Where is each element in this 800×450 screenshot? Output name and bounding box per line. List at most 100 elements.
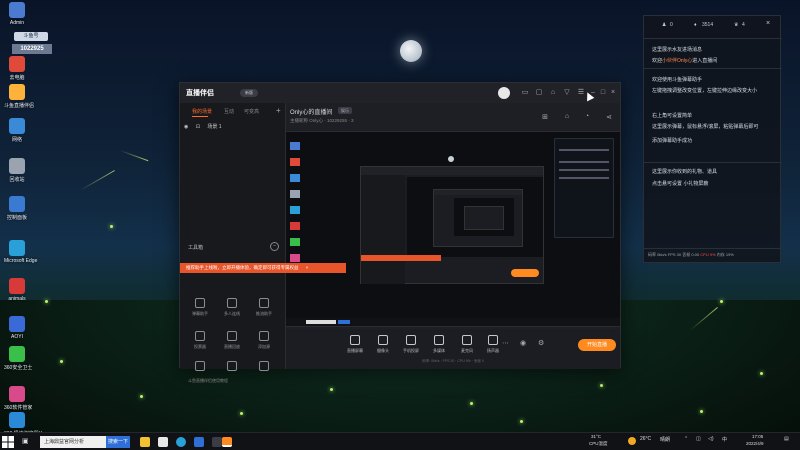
app-icon[interactable] — [158, 437, 168, 447]
desktop-icon[interactable]: Admin — [4, 2, 30, 26]
douyu-assistant-task-icon[interactable] — [222, 437, 232, 447]
message-icon[interactable]: ▭ — [520, 88, 530, 98]
chat-message: 这里展示水友进场消息 — [652, 47, 703, 53]
desktop-icon[interactable]: animals — [4, 278, 30, 302]
weather-text[interactable]: 晴朗 — [660, 436, 670, 443]
tool-icon — [227, 298, 237, 308]
more-icon[interactable]: ⋯ — [502, 339, 509, 347]
eye-icon[interactable]: ◉ — [184, 124, 188, 130]
stats-cpu: CPU 9% — [700, 252, 716, 257]
tab-interaction[interactable]: 互动 — [224, 108, 234, 115]
notification-icon[interactable]: ▤ — [784, 436, 789, 442]
close-icon[interactable]: × — [608, 88, 618, 98]
multimedia-button[interactable]: 多媒体 — [426, 335, 452, 354]
network-icon[interactable]: ◫ — [696, 436, 701, 442]
moon — [400, 40, 422, 62]
preview-eye-icon[interactable]: ◉ — [520, 339, 526, 347]
viewer-icon: ♟ — [662, 22, 667, 28]
chat-message: 左键拖拽调整改变位置，左键拉伸边缘改变大小 — [652, 88, 758, 94]
desktop-icon[interactable]: AOYI — [4, 316, 30, 340]
bell-icon[interactable]: ◔ — [582, 113, 592, 123]
desktop-icon[interactable]: 控制面板 — [4, 196, 30, 221]
desktop-icon[interactable]: 回收站 — [4, 158, 30, 183]
tab-variable[interactable]: 可变高 — [244, 108, 259, 115]
windows-start-icon[interactable] — [2, 436, 14, 448]
toolbox-item[interactable]: 推流助手 — [252, 298, 276, 317]
search-input[interactable]: 上海鼎益官网分析 — [40, 436, 106, 448]
toolbox-item[interactable]: 直播回放 — [220, 331, 244, 350]
share-icon[interactable]: ⋖ — [604, 113, 614, 123]
desktop-icon-label: 去电脑 — [9, 75, 25, 81]
desktop-icon-label: 网络 — [11, 137, 22, 143]
volume-icon[interactable]: ◁) — [708, 436, 714, 442]
gift-icon[interactable]: ⌂ — [548, 88, 558, 98]
toolbox-item[interactable]: 添加源 — [252, 331, 276, 350]
phone-cast-button[interactable]: 手机投屏 — [398, 335, 424, 354]
app-icon — [9, 386, 25, 402]
browser-icon[interactable] — [176, 437, 186, 447]
tool-icon — [259, 361, 269, 371]
panel-close-icon[interactable]: × — [766, 20, 770, 27]
room-category-badge[interactable]: 娱乐 — [338, 107, 352, 114]
tab-my-scenes[interactable]: 我的场景 — [192, 108, 212, 115]
screen-icon[interactable]: ▢ — [534, 88, 544, 98]
input-language[interactable]: 中 — [722, 436, 727, 443]
toolbox-item[interactable] — [220, 361, 244, 374]
maximize-icon[interactable]: □ — [598, 88, 608, 98]
toolbox-item[interactable] — [252, 361, 276, 374]
desktop-icon[interactable]: Microsoft Edge — [4, 240, 37, 264]
add-scene-icon[interactable]: + — [276, 106, 281, 115]
version-badge[interactable]: 新版 — [240, 89, 258, 97]
control-label: 手机投屏 — [403, 348, 419, 353]
clock-date[interactable]: 2022/4/9 — [746, 441, 764, 446]
app-icon[interactable] — [212, 437, 222, 447]
firefly — [720, 300, 723, 303]
app-icon[interactable] — [194, 437, 204, 447]
desktop-icon[interactable]: 网络 — [4, 118, 30, 143]
app-icon — [9, 196, 25, 212]
help-link[interactable]: 斗鱼直播伴侣使用教程 — [188, 378, 228, 384]
heat-count: 3514 — [702, 22, 714, 28]
firefly — [60, 360, 63, 363]
room-title[interactable]: Only心的直播间 — [290, 107, 332, 116]
firefly — [240, 412, 243, 415]
bag-icon[interactable]: ⊞ — [540, 113, 550, 123]
desktop-icon[interactable]: 去电脑 — [4, 56, 30, 81]
desktop-icon[interactable]: 360安全卫士 — [4, 346, 32, 371]
camera-button[interactable]: 摄像头 — [370, 335, 396, 354]
desktop-icon[interactable]: 斗鱼直播伴侣 — [4, 84, 34, 109]
toolbox-item[interactable] — [188, 361, 212, 374]
promo-notice[interactable]: 推荐助手上线啦，立即开播体验，确定即可获得专属权益 × — [180, 263, 346, 273]
desktop-icon-label: 回收站 — [9, 177, 25, 183]
store-icon[interactable]: ⌂ — [562, 113, 572, 123]
tool-icon — [195, 298, 205, 308]
search-button[interactable]: 搜索一下 — [106, 436, 130, 448]
tray-arrow-icon[interactable]: ⌃ — [684, 436, 688, 442]
weather-temp[interactable]: 26°C — [640, 436, 651, 442]
shirt-icon[interactable]: ▽ — [562, 88, 572, 98]
settings-icon[interactable]: ⚙ — [538, 339, 544, 347]
lock-icon[interactable]: ⊡ — [196, 124, 200, 130]
clock-time[interactable]: 17:05 — [752, 434, 763, 439]
tool-label: 添加源 — [258, 344, 270, 349]
app-icon — [9, 2, 25, 18]
notice-close-icon[interactable]: × — [306, 265, 309, 270]
go-live-button[interactable]: 开始直播 — [578, 339, 616, 351]
tool-icon — [195, 361, 205, 371]
theme-toggle-icon[interactable] — [498, 87, 510, 99]
preview-canvas[interactable] — [286, 131, 620, 327]
file-explorer-icon[interactable] — [140, 437, 150, 447]
task-view-icon[interactable]: ▣ — [22, 437, 29, 445]
firefly — [470, 402, 473, 405]
danmaku-panel[interactable]: ♟ 0 ♦ 3514 ♛ 4 × 这里展示水友进场消息 欢迎小伙伴Only心进入… — [643, 15, 782, 263]
scene-row[interactable]: ◉ ⊡ 场景 1 — [184, 123, 282, 133]
microphone-button[interactable]: 麦克风 — [454, 335, 480, 354]
toolbox-item[interactable]: 多人连线 — [220, 298, 244, 317]
desktop-icon[interactable]: 360软件管家 — [4, 386, 32, 411]
toolbox-item[interactable]: 投票器 — [188, 331, 212, 350]
fans-icon: ♛ — [734, 22, 739, 28]
bottom-controls: 直播屏幕 摄像头 手机投屏 多媒体 麦克风 扬声器 ⋯ ◉ ⚙ 开始直播 码率: 0kb/… — [286, 329, 620, 369]
screen-capture-button[interactable]: 直播屏幕 — [342, 335, 368, 354]
toolbox-more-icon[interactable]: – — [270, 242, 279, 251]
toolbox-item[interactable]: 弹幕助手 — [188, 298, 212, 317]
